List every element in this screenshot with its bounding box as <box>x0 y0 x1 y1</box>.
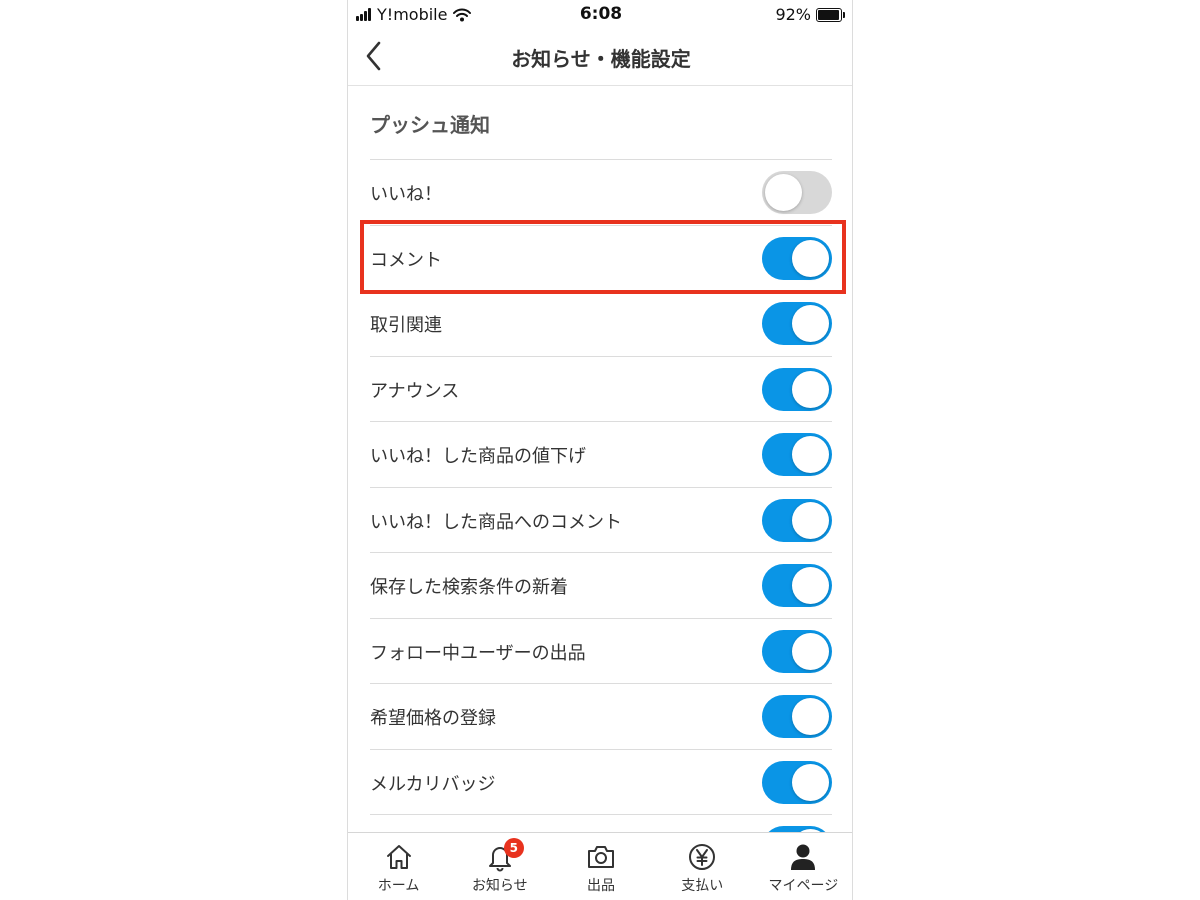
setting-label: 保存した検索条件の新着 <box>370 577 568 598</box>
setting-toggle[interactable] <box>762 498 832 542</box>
toggle-knob <box>792 763 829 801</box>
tab-mypage-label: マイページ <box>768 878 839 894</box>
setting-toggle[interactable] <box>762 629 832 673</box>
setting-row: いいね！ <box>370 160 832 226</box>
toggle-knob <box>792 501 829 539</box>
setting-toggle[interactable] <box>762 171 832 214</box>
status-right: 92% <box>775 5 846 24</box>
setting-toggle[interactable] <box>762 433 832 476</box>
setting-label: いいね！した商品へのコメント <box>370 511 622 533</box>
tab-bar: ホーム 5 お知らせ 出品 支払い マイページ <box>348 832 852 900</box>
setting-toggle[interactable] <box>762 695 832 738</box>
settings-content: プッシュ通知 いいね！ コメント 取引関連 アナウンス いいね！した商品の値下げ いいね！… <box>348 87 852 832</box>
home-icon <box>386 845 411 869</box>
tab-home-label: ホーム <box>377 878 420 894</box>
tab-payment[interactable]: 支払い <box>652 833 753 900</box>
setting-toggle[interactable] <box>762 760 832 804</box>
setting-row: コメント <box>370 226 832 291</box>
setting-label: 希望価格の登録 <box>370 708 496 729</box>
setting-label: いいね！した商品の値下げ <box>370 446 586 467</box>
tab-home[interactable]: ホーム <box>348 833 449 900</box>
setting-label: いいね！ <box>370 184 442 205</box>
setting-toggle[interactable] <box>762 367 832 411</box>
setting-row: 希望価格の登録 <box>370 684 832 750</box>
toggle-knob <box>792 239 829 277</box>
tab-notifications-label: お知らせ <box>471 878 528 894</box>
phone-screen: Y!mobile 6:08 92% お知らせ・機能設定 プッシュ通知 いいね！ コ… <box>347 0 853 900</box>
toggle-knob <box>792 436 829 473</box>
setting-row: 取引関連 <box>370 291 832 357</box>
setting-label: コメント <box>370 249 442 271</box>
setting-row: メルカリバッジ <box>370 750 832 815</box>
notification-badge: 5 <box>503 838 524 858</box>
setting-row: アナウンス <box>370 357 832 422</box>
battery-percent: 92% <box>775 5 811 24</box>
setting-label: メルカリバッジ <box>370 773 496 795</box>
person-icon <box>791 844 816 870</box>
setting-row: いいね！した商品へのコメント <box>370 488 832 553</box>
tab-sell-label: 出品 <box>587 878 615 894</box>
nav-bar: お知らせ・機能設定 <box>348 28 852 86</box>
status-bar: Y!mobile 6:08 92% <box>348 0 852 28</box>
setting-label: フォロー中ユーザーの出品 <box>370 642 586 664</box>
page-title: お知らせ・機能設定 <box>511 47 691 71</box>
toggle-knob <box>792 567 829 604</box>
tab-payment-label: 支払い <box>681 878 724 894</box>
setting-toggle[interactable] <box>762 302 832 345</box>
setting-row: 保存した検索条件の新着 <box>370 553 832 619</box>
tab-sell[interactable]: 出品 <box>550 833 651 900</box>
yen-icon <box>689 844 716 870</box>
toggle-knob <box>792 698 829 735</box>
settings-list: いいね！ コメント取引関連アナウンスいいね！した商品の値下げいいね！した商品へのコ… <box>370 159 832 832</box>
camera-icon <box>588 846 614 868</box>
setting-label: 取引関連 <box>370 315 442 336</box>
setting-row <box>370 815 832 832</box>
tab-notifications[interactable]: 5 お知らせ <box>449 833 550 900</box>
toggle-knob <box>792 632 829 670</box>
setting-row: フォロー中ユーザーの出品 <box>370 619 832 684</box>
setting-row: いいね！した商品の値下げ <box>370 422 832 488</box>
setting-toggle[interactable] <box>762 564 832 607</box>
toggle-knob <box>765 174 802 211</box>
toggle-knob <box>792 305 829 342</box>
setting-toggle[interactable] <box>762 236 832 280</box>
toggle-knob <box>792 370 829 408</box>
section-title-push: プッシュ通知 <box>370 113 490 137</box>
battery-icon <box>816 7 846 22</box>
setting-label: アナウンス <box>370 380 460 402</box>
tab-mypage[interactable]: マイページ <box>753 833 852 900</box>
